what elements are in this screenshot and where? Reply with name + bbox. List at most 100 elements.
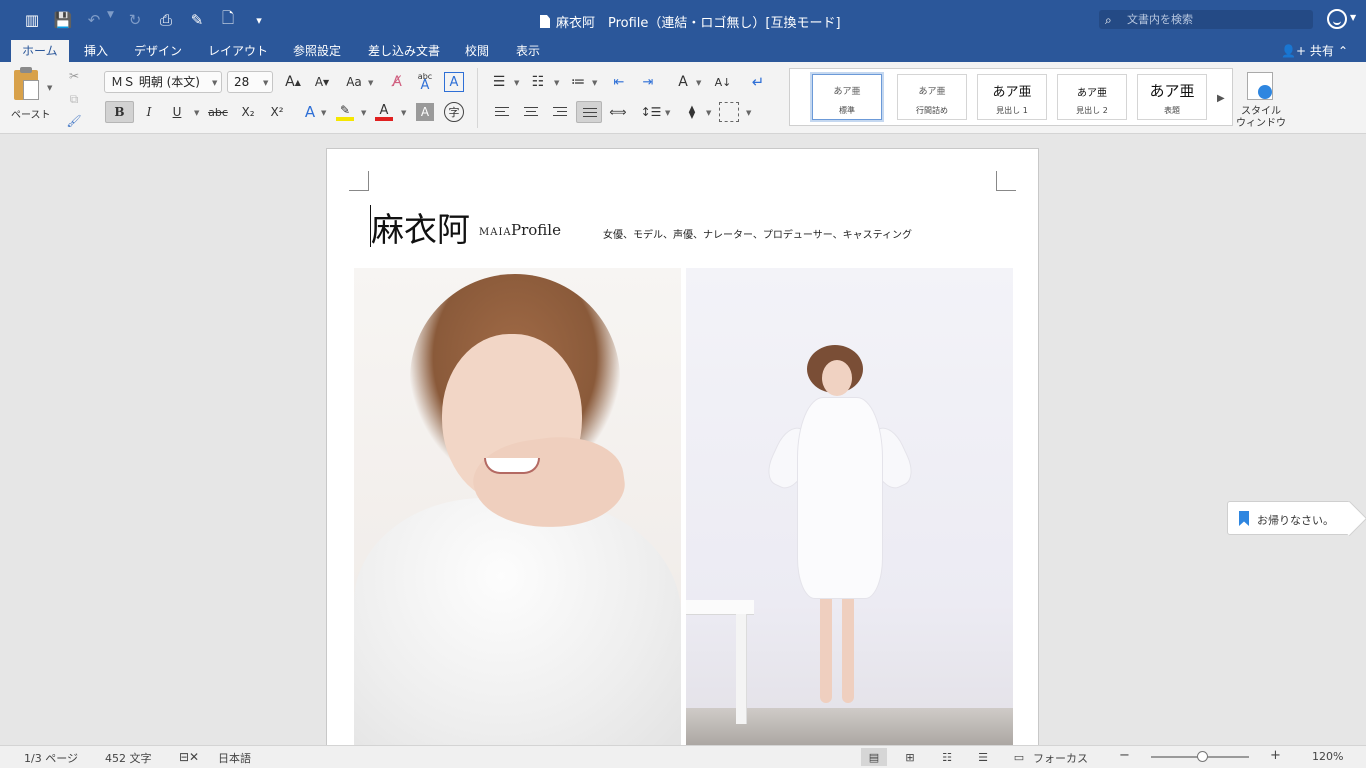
borders-dropdown-icon[interactable]: ▼ xyxy=(746,109,751,117)
style-normal[interactable]: あア亜 標準 xyxy=(812,74,882,120)
zoom-out-button[interactable]: − xyxy=(1119,748,1130,763)
feedback-dropdown-icon[interactable]: ▼ xyxy=(1350,13,1356,22)
distributed-align-button[interactable]: ⟺ xyxy=(605,101,631,123)
multilevel-list-dropdown-icon[interactable]: ▼ xyxy=(592,79,597,87)
text-effects-icon[interactable]: A xyxy=(299,101,321,123)
shrink-font-icon[interactable]: A ▼ xyxy=(309,71,335,93)
portrait-photo-right[interactable] xyxy=(686,268,1013,745)
highlight-dropdown-icon[interactable]: ▼ xyxy=(361,109,366,117)
style-heading-2[interactable]: あア亜 見出し 2 xyxy=(1057,74,1127,120)
subscript-button[interactable]: X₂ xyxy=(236,101,260,123)
font-name-dropdown-icon[interactable]: ▼ xyxy=(212,79,217,87)
phonetic-guide-icon[interactable]: abc A xyxy=(413,68,437,94)
font-color-dropdown-icon[interactable]: ▼ xyxy=(401,109,406,117)
borders-icon[interactable] xyxy=(719,102,739,122)
superscript-button[interactable]: X² xyxy=(265,101,289,123)
character-border-icon[interactable]: A xyxy=(444,72,464,92)
tab-design[interactable]: デザイン xyxy=(134,40,182,62)
line-spacing-icon[interactable]: ↕☰ xyxy=(639,101,663,123)
enclose-characters-icon[interactable]: 字 xyxy=(444,102,464,122)
zoom-level[interactable]: 120% xyxy=(1312,750,1343,763)
font-color-icon[interactable]: A xyxy=(373,102,395,122)
sort-icon[interactable]: A↓ xyxy=(710,71,736,93)
multilevel-list-icon[interactable]: ≔ xyxy=(566,71,590,93)
underline-button[interactable]: U xyxy=(165,101,189,123)
proofing-icon[interactable]: ⊟✕ xyxy=(179,750,199,764)
focus-mode-label[interactable]: フォーカス xyxy=(1033,750,1088,766)
align-left-button[interactable] xyxy=(489,101,515,123)
tab-layout[interactable]: レイアウト xyxy=(208,40,268,62)
redo-icon[interactable]: ↻ xyxy=(124,9,146,31)
outline-view-icon[interactable]: ☷ xyxy=(934,748,960,766)
feedback-smiley-icon[interactable] xyxy=(1327,9,1347,29)
collapse-ribbon-icon[interactable]: ⌃ xyxy=(1338,40,1348,62)
text-effects-dropdown-icon[interactable]: ▼ xyxy=(321,109,326,117)
font-name-select[interactable]: ＭＳ 明朝 (本文) xyxy=(104,71,222,93)
page-count[interactable]: 1/3 ページ xyxy=(24,750,78,766)
shading-dropdown-icon[interactable]: ▼ xyxy=(706,109,711,117)
tab-references[interactable]: 参照設定 xyxy=(293,40,341,62)
document-canvas[interactable]: 麻衣阿 MAIA Profile 女優、モデル、声優、ナレーター、プロデューサー… xyxy=(0,134,1366,745)
document-page[interactable]: 麻衣阿 MAIA Profile 女優、モデル、声優、ナレーター、プロデューサー… xyxy=(326,148,1039,745)
new-document-icon[interactable]: 🗋 xyxy=(217,9,239,31)
bullets-icon[interactable]: ☰ xyxy=(487,71,511,93)
undo-icon[interactable]: ↶ xyxy=(83,9,105,31)
style-heading-1[interactable]: あア亜 見出し 1 xyxy=(977,74,1047,120)
style-window-label[interactable]: スタイル ウィンドウ xyxy=(1236,106,1286,130)
focus-mode-icon[interactable]: ▭ xyxy=(1006,748,1032,766)
word-count[interactable]: 452 文字 xyxy=(105,750,152,766)
format-painter-icon[interactable]: 🖌 xyxy=(64,111,84,131)
font-size-dropdown-icon[interactable]: ▼ xyxy=(263,79,268,87)
decrease-indent-icon[interactable]: ⇤ xyxy=(606,71,632,93)
line-spacing-dropdown-icon[interactable]: ▼ xyxy=(665,109,670,117)
bold-button[interactable]: B xyxy=(105,101,134,123)
show-formatting-marks-icon[interactable]: ↵ xyxy=(744,71,772,93)
print-layout-view-icon[interactable]: ▤ xyxy=(861,748,887,766)
document-heading[interactable]: 麻衣阿 xyxy=(371,203,470,251)
style-title[interactable]: あア亜 表題 xyxy=(1137,74,1207,120)
highlight-color-icon[interactable]: ✎ xyxy=(334,102,356,122)
welcome-back-notification[interactable]: お帰りなさい。 xyxy=(1227,501,1349,535)
document-subtitle[interactable]: Profile xyxy=(511,221,561,239)
draft-view-icon[interactable]: ☰ xyxy=(970,748,996,766)
portrait-photo-left[interactable] xyxy=(354,268,681,745)
change-case-dropdown-icon[interactable]: ▼ xyxy=(368,79,373,87)
zoom-slider-thumb[interactable] xyxy=(1196,751,1208,762)
web-layout-view-icon[interactable]: ⊞ xyxy=(897,748,923,766)
strikethrough-button[interactable]: abc xyxy=(204,101,232,123)
clear-formatting-icon[interactable]: A̸ xyxy=(385,71,409,93)
customize-toolbar-icon[interactable]: ▾ xyxy=(248,9,270,31)
search-input[interactable]: ⌕ 文書内を検索 xyxy=(1099,10,1313,29)
tab-insert[interactable]: 挿入 xyxy=(84,40,108,62)
numbering-dropdown-icon[interactable]: ▼ xyxy=(554,79,559,87)
tab-review[interactable]: 校閲 xyxy=(465,40,489,62)
print-icon[interactable]: ⎙ xyxy=(155,9,177,31)
paste-dropdown-icon[interactable]: ▼ xyxy=(47,84,52,92)
change-case-icon[interactable]: Aa xyxy=(342,71,366,93)
sidebar-toggle-icon[interactable]: ▥ xyxy=(21,9,43,31)
italic-button[interactable]: I xyxy=(137,101,161,123)
style-window-icon[interactable] xyxy=(1247,72,1273,100)
tab-home[interactable]: ホーム xyxy=(11,40,69,62)
paste-icon[interactable] xyxy=(14,67,39,100)
share-button[interactable]: 👤+ 共有 xyxy=(1281,40,1334,62)
style-no-spacing[interactable]: あア亜 行間詰め xyxy=(897,74,967,120)
document-tags[interactable]: 女優、モデル、声優、ナレーター、プロデューサー、キャスティング xyxy=(603,226,912,241)
character-shading-icon[interactable]: A xyxy=(416,103,434,121)
text-direction-icon[interactable]: A xyxy=(670,71,696,93)
align-center-button[interactable] xyxy=(518,101,544,123)
grow-font-icon[interactable]: A ▲ xyxy=(280,71,306,93)
language-label[interactable]: 日本語 xyxy=(218,750,251,766)
styles-gallery-more-icon[interactable]: ▶ xyxy=(1217,93,1225,104)
justify-button[interactable] xyxy=(576,101,602,123)
text-direction-dropdown-icon[interactable]: ▼ xyxy=(696,79,701,87)
save-icon[interactable]: 💾 xyxy=(52,9,74,31)
document-subtitle-small[interactable]: MAIA xyxy=(479,227,512,238)
numbering-icon[interactable]: ☷ xyxy=(526,71,550,93)
underline-dropdown-icon[interactable]: ▼ xyxy=(194,109,199,117)
undo-dropdown-icon[interactable]: ▼ xyxy=(107,10,114,20)
zoom-in-button[interactable]: + xyxy=(1270,748,1281,763)
align-right-button[interactable] xyxy=(547,101,573,123)
edit-document-icon[interactable]: ✎ xyxy=(186,9,208,31)
bullets-dropdown-icon[interactable]: ▼ xyxy=(514,79,519,87)
